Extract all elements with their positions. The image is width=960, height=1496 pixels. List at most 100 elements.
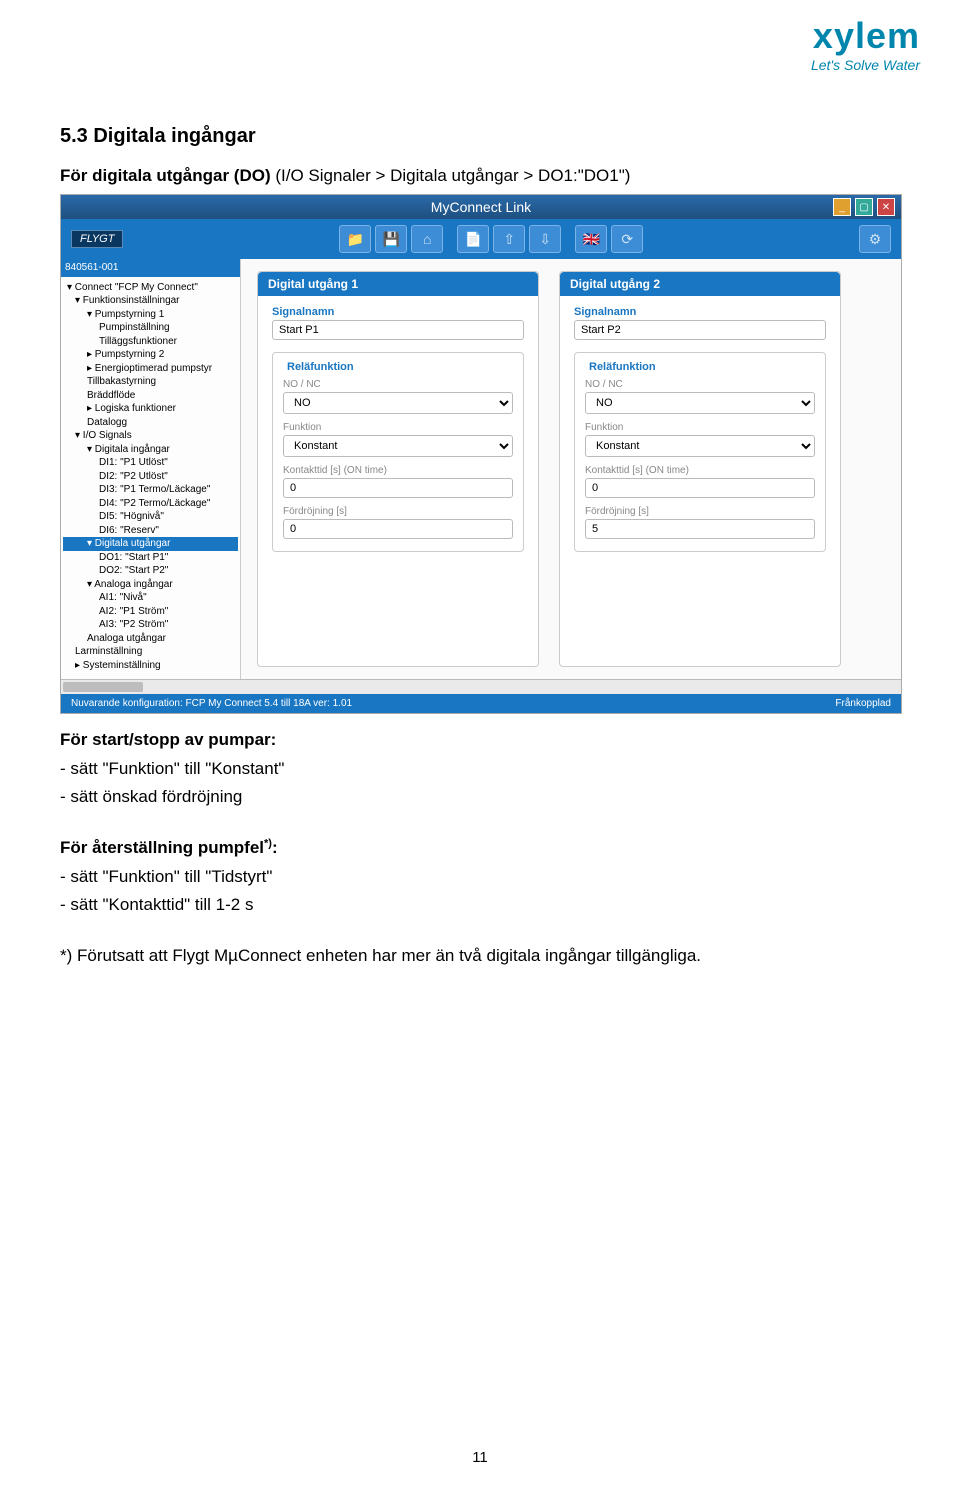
para-h2-sup: *) [264,837,272,849]
signal-name-input[interactable] [574,320,826,340]
tree-item[interactable]: DI5: "Högnivå" [63,510,238,524]
relay-legend: Reläfunktion [585,361,660,373]
tree-item[interactable]: ▸ Logiska funktioner [63,402,238,416]
tree-item[interactable]: ▾ Digitala utgångar [63,537,238,551]
app-title: MyConnect Link [431,199,531,215]
tree-item[interactable]: ▸ Systeminställning [63,659,238,673]
myconnect-app: MyConnect Link _ ▢ ✕ FLYGT 📁 💾 ⌂ 📄 ⇧ ⇩ 🇬… [60,194,902,714]
field-label: NO / NC [585,379,815,390]
field-label: Fördröjning [s] [585,506,815,517]
upload-icon[interactable]: ⇧ [493,225,525,253]
field-label: Fördröjning [s] [283,506,513,517]
brand-badge: FLYGT [71,230,123,248]
logo-name: xylem [811,15,920,57]
field-label: Kontakttid [s] (ON time) [585,465,815,476]
field-select[interactable]: Konstant [585,435,815,457]
tree-item[interactable]: ▾ Funktionsinställningar [63,294,238,308]
tree-item[interactable]: ▸ Pumpstyrning 2 [63,348,238,362]
panel-header: Digital utgång 2 [560,272,840,296]
device-id: 840561-001 [61,259,240,277]
tree-item[interactable]: AI2: "P1 Ström" [63,605,238,619]
body-text-1: För start/stopp av pumpar: - sätt "Funkt… [60,728,900,810]
para-l2: - sätt önskad fördröjning [60,785,900,810]
tree-item[interactable]: ▸ Energioptimerad pumpstyr [63,362,238,376]
tree-item[interactable]: DO1: "Start P1" [63,551,238,565]
field-label: Funktion [585,422,815,433]
subtitle-path: (I/O Signaler > Digitala utgångar > DO1:… [271,166,631,185]
brand-logo: xylem Let's Solve Water [811,15,920,73]
tree-item[interactable]: AI1: "Nivå" [63,591,238,605]
card-icon[interactable]: ⌂ [411,225,443,253]
save-icon[interactable]: 💾 [375,225,407,253]
field-select[interactable]: NO [283,392,513,414]
subtitle-bold: För digitala utgångar (DO) [60,166,271,185]
tree-item[interactable]: DI4: "P2 Termo/Läckage" [63,497,238,511]
nav-tree[interactable]: 840561-001 ▾ Connect "FCP My Connect"▾ F… [61,259,241,679]
para-l4: - sätt "Kontakttid" till 1-2 s [60,893,900,918]
flag-uk-icon[interactable]: 🇬🇧 [575,225,607,253]
tree-item[interactable]: DI6: "Reserv" [63,524,238,538]
signal-name-label: Signalnamn [574,306,826,318]
field-select[interactable]: NO [585,392,815,414]
field-input[interactable] [283,519,513,539]
relay-fieldset: Reläfunktion NO / NC NO Funktion Konstant Kon… [574,352,826,552]
para-h1: För start/stopp av pumpar: [60,728,900,753]
signal-name-label: Signalnamn [272,306,524,318]
field-select[interactable]: Konstant [283,435,513,457]
para-l3: - sätt "Funktion" till "Tidstyrt" [60,865,900,890]
tree-item[interactable]: Larminställning [63,645,238,659]
subtitle: För digitala utgångar (DO) (I/O Signaler… [60,166,900,186]
tree-item[interactable]: ▾ I/O Signals [63,429,238,443]
horizontal-scrollbar[interactable] [61,679,901,694]
tree-item[interactable]: ▾ Connect "FCP My Connect" [63,281,238,295]
logo-tagline: Let's Solve Water [811,57,920,73]
tree-item[interactable]: ▾ Pumpstyrning 1 [63,308,238,322]
tree-item[interactable]: Pumpinställning [63,321,238,335]
body-text-2: För återställning pumpfel*): - sätt "Fun… [60,836,900,918]
minimize-icon[interactable]: _ [833,198,851,216]
tree-item[interactable]: DO2: "Start P2" [63,564,238,578]
field-label: Funktion [283,422,513,433]
field-input[interactable] [283,478,513,498]
open-icon[interactable]: 📁 [339,225,371,253]
tree-item[interactable]: AI3: "P2 Ström" [63,618,238,632]
status-connection: Frånkopplad [835,698,891,709]
page-number: 11 [0,1449,960,1466]
app-titlebar: MyConnect Link _ ▢ ✕ [61,195,901,219]
download-icon[interactable]: ⇩ [529,225,561,253]
footnote: *) Förutsatt att Flygt MµConnect enheten… [60,946,900,966]
refresh-icon[interactable]: ⟳ [611,225,643,253]
field-input[interactable] [585,519,815,539]
para-h2-pre: För återställning pumpfel [60,838,264,857]
tree-item[interactable]: DI3: "P1 Termo/Läckage" [63,483,238,497]
signal-name-input[interactable] [272,320,524,340]
tree-item[interactable]: Bräddflöde [63,389,238,403]
relay-legend: Reläfunktion [283,361,358,373]
para-h2-post: : [272,838,278,857]
tree-item[interactable]: ▾ Analoga ingångar [63,578,238,592]
doc-icon[interactable]: 📄 [457,225,489,253]
main-panel-area: Digital utgång 1 Signalnamn Reläfunktion NO… [241,259,901,679]
tree-item[interactable]: DI1: "P1 Utlöst" [63,456,238,470]
tree-item[interactable]: Tilläggsfunktioner [63,335,238,349]
status-bar: Nuvarande konfiguration: FCP My Connect … [61,694,901,713]
maximize-icon[interactable]: ▢ [855,198,873,216]
tree-item[interactable]: ▾ Digitala ingångar [63,443,238,457]
output-panel: Digital utgång 2 Signalnamn Reläfunktion NO… [559,271,841,667]
para-h2: För återställning pumpfel*): [60,836,900,861]
output-panel: Digital utgång 1 Signalnamn Reläfunktion NO… [257,271,539,667]
field-label: NO / NC [283,379,513,390]
status-config: Nuvarande konfiguration: FCP My Connect … [71,698,352,709]
tree-item[interactable]: Datalogg [63,416,238,430]
field-label: Kontakttid [s] (ON time) [283,465,513,476]
para-l1: - sätt "Funktion" till "Konstant" [60,757,900,782]
app-toolbar: FLYGT 📁 💾 ⌂ 📄 ⇧ ⇩ 🇬🇧 ⟳ ⚙ [61,219,901,259]
tree-item[interactable]: Tillbakastyrning [63,375,238,389]
tree-item[interactable]: DI2: "P2 Utlöst" [63,470,238,484]
panel-header: Digital utgång 1 [258,272,538,296]
field-input[interactable] [585,478,815,498]
section-title: 5.3 Digitala ingångar [60,125,900,148]
settings-icon[interactable]: ⚙ [859,225,891,253]
close-icon[interactable]: ✕ [877,198,895,216]
tree-item[interactable]: Analoga utgångar [63,632,238,646]
